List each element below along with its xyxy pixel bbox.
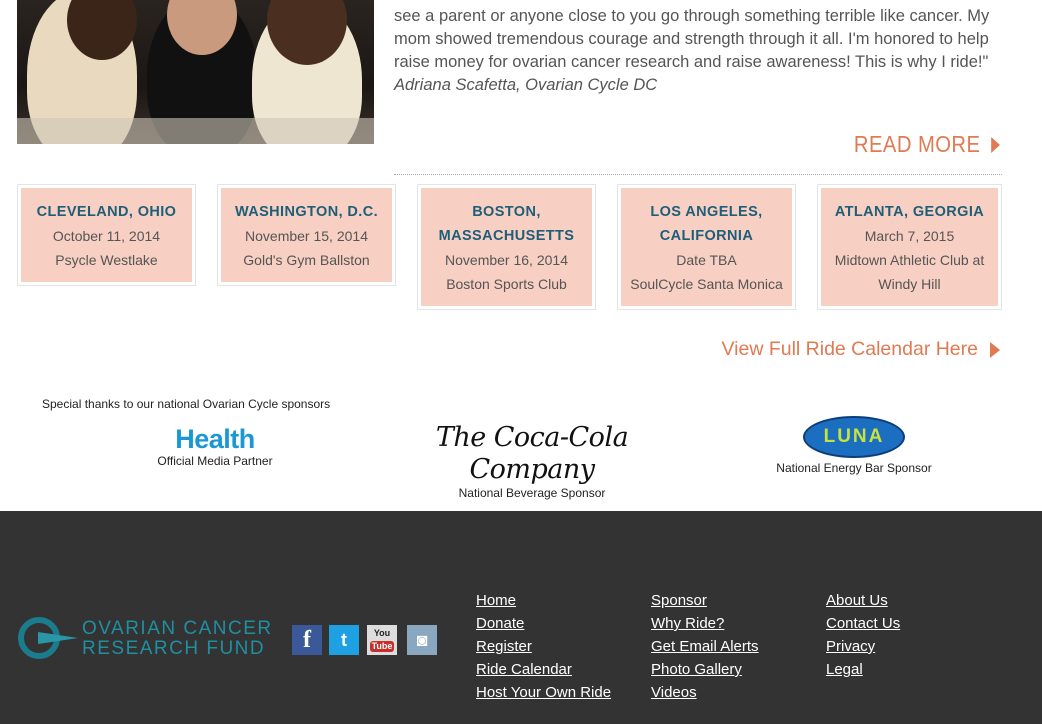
footer-link-photo-gallery[interactable]: Photo Gallery [651, 658, 759, 681]
youtube-bottom: Tube [370, 641, 394, 652]
ride-venue: Psycle Westlake [55, 252, 158, 268]
footer-link-donate[interactable]: Donate [476, 612, 611, 635]
footer-col-3: About Us Contact Us Privacy Legal [826, 589, 900, 681]
footer-link-register[interactable]: Register [476, 635, 611, 658]
footer-link-about[interactable]: About Us [826, 589, 900, 612]
sponsor-health[interactable]: Health Official Media Partner [150, 424, 280, 468]
quote-text: see a parent or anyone close to you go t… [394, 7, 990, 71]
footer-col-2: Sponsor Why Ride? Get Email Alerts Photo… [651, 589, 759, 704]
sponsor-caption: Official Media Partner [157, 454, 273, 468]
ride-date: March 7, 2015 [864, 228, 955, 244]
read-more-link[interactable]: READ MORE [854, 131, 1000, 158]
ride-venue: SoulCycle Santa Monica [630, 276, 783, 292]
sponsor-caption: National Energy Bar Sponsor [776, 461, 932, 475]
sponsors-intro: Special thanks to our national Ovarian C… [42, 397, 331, 411]
ride-venue: Gold's Gym Ballston [243, 252, 370, 268]
luna-logo: LUNA [803, 416, 905, 458]
view-calendar-link[interactable]: View Full Ride Calendar Here [721, 338, 1000, 361]
ride-card-los-angeles[interactable]: LOS ANGELES, CALIFORNIA Date TBA SoulCyc… [617, 184, 796, 310]
quote-author: Adriana Scafetta, Ovarian Cycle DC [394, 76, 658, 94]
arrow-right-icon [990, 341, 1000, 358]
footer-link-host-ride[interactable]: Host Your Own Ride [476, 681, 611, 704]
facebook-icon[interactable]: f [292, 625, 322, 655]
instagram-icon[interactable]: ◙ [407, 625, 437, 655]
health-logo: Health [175, 424, 255, 454]
footer-link-ride-calendar[interactable]: Ride Calendar [476, 658, 611, 681]
youtube-icon[interactable]: You Tube [367, 625, 397, 655]
sponsor-luna[interactable]: LUNA National Energy Bar Sponsor [768, 416, 940, 475]
read-more-label: READ MORE [854, 131, 981, 157]
arrow-right-icon [991, 136, 1000, 153]
calendar-label: View Full Ride Calendar Here [721, 338, 978, 360]
ocrf-arrow-icon [38, 632, 78, 644]
ride-date: Date TBA [676, 252, 737, 268]
ride-venue: Boston Sports Club [446, 276, 567, 292]
logo-line-1: OVARIAN CANCER [82, 618, 273, 639]
ride-date: November 15, 2014 [245, 228, 368, 244]
rider-photo [17, 0, 374, 144]
footer-link-privacy[interactable]: Privacy [826, 635, 900, 658]
ride-city: WASHINGTON, D.C. [234, 204, 379, 220]
footer-link-why-ride[interactable]: Why Ride? [651, 612, 759, 635]
footer-link-videos[interactable]: Videos [651, 681, 759, 704]
ride-date: October 11, 2014 [52, 228, 161, 244]
footer-link-sponsor[interactable]: Sponsor [651, 589, 759, 612]
youtube-top: You [373, 628, 391, 638]
twitter-icon[interactable]: t [329, 625, 359, 655]
footer-link-contact[interactable]: Contact Us [826, 612, 900, 635]
ride-card-washington[interactable]: WASHINGTON, D.C. November 15, 2014 Gold'… [217, 184, 396, 286]
ride-city: CLEVELAND, OHIO [36, 204, 177, 220]
coca-cola-logo: The Coca-Cola Company [435, 422, 629, 485]
ride-venue: Midtown Athletic Club at Windy Hill [834, 252, 985, 292]
ride-date: November 16, 2014 [445, 252, 568, 268]
testimonial-quote: see a parent or anyone close to you go t… [394, 5, 1006, 97]
site-footer: OVARIAN CANCER RESEARCH FUND f t You Tub… [0, 511, 1042, 724]
ride-card-cleveland[interactable]: CLEVELAND, OHIO October 11, 2014 Psycle … [17, 184, 196, 286]
ride-city: ATLANTA, GEORGIA [834, 204, 985, 220]
divider [394, 174, 1002, 175]
ride-city: BOSTON, MASSACHUSETTS [438, 204, 575, 244]
sponsor-coca-cola[interactable]: The Coca-Cola Company National Beverage … [412, 422, 652, 500]
logo-line-2: RESEARCH FUND [82, 638, 266, 659]
footer-link-email-alerts[interactable]: Get Email Alerts [651, 635, 759, 658]
ride-card-boston[interactable]: BOSTON, MASSACHUSETTS November 16, 2014 … [417, 184, 596, 310]
ride-card-atlanta[interactable]: ATLANTA, GEORGIA March 7, 2015 Midtown A… [817, 184, 1002, 310]
footer-link-home[interactable]: Home [476, 589, 611, 612]
footer-col-1: Home Donate Register Ride Calendar Host … [476, 589, 611, 704]
sponsor-caption: National Beverage Sponsor [458, 486, 606, 500]
ocrf-logo[interactable]: OVARIAN CANCER RESEARCH FUND [18, 615, 271, 663]
ride-city: LOS ANGELES, CALIFORNIA [650, 204, 763, 244]
footer-link-legal[interactable]: Legal [826, 658, 900, 681]
